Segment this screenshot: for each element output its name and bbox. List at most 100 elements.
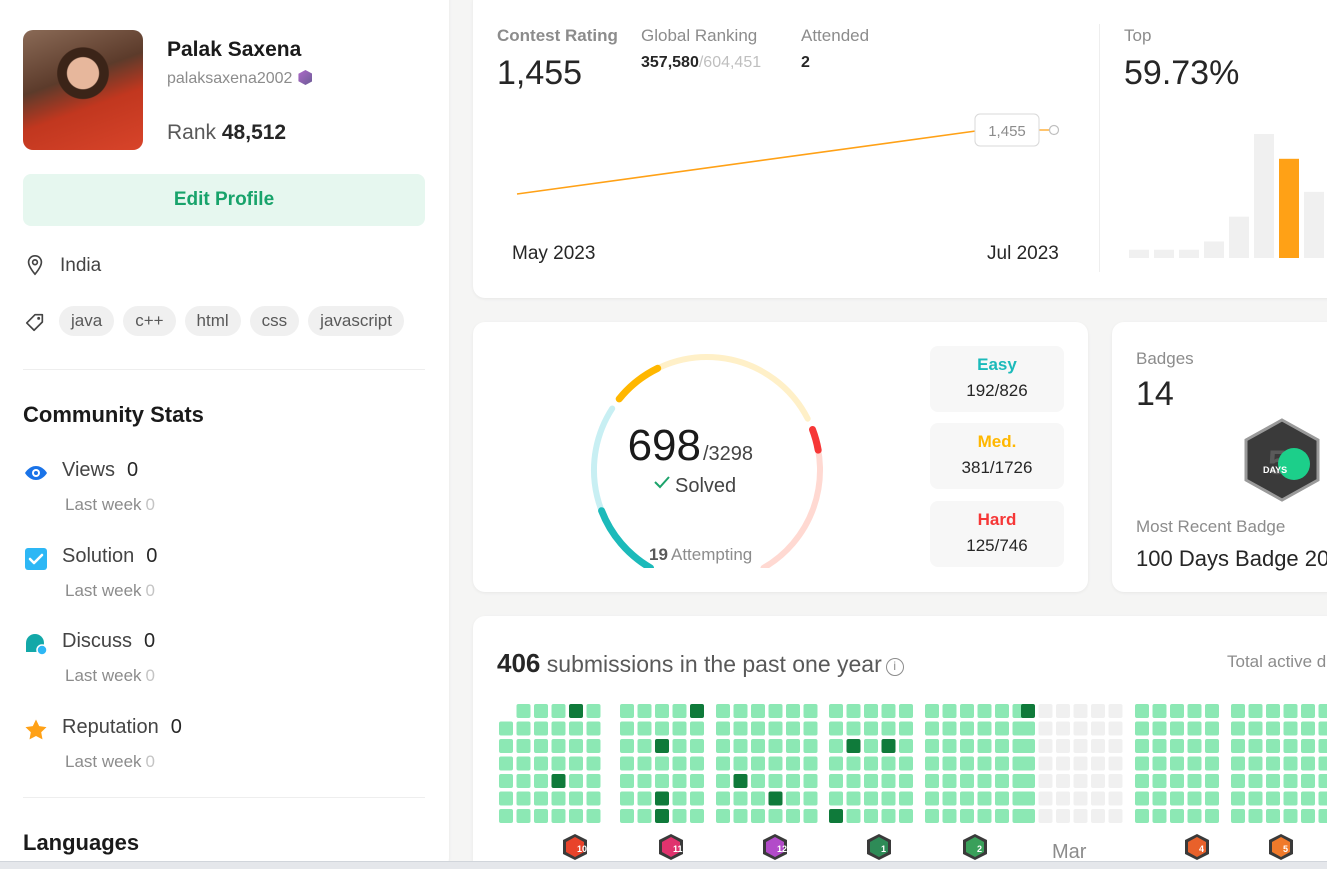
heatmap-cell[interactable] xyxy=(1301,774,1315,788)
heatmap-cell[interactable] xyxy=(1266,704,1280,718)
heatmap-cell[interactable] xyxy=(637,756,652,771)
heatmap-cell[interactable] xyxy=(751,739,765,753)
heatmap-cell[interactable] xyxy=(637,774,652,788)
heatmap-cell[interactable] xyxy=(690,774,704,788)
heatmap-cell[interactable] xyxy=(569,756,583,771)
heatmap-cell[interactable] xyxy=(672,791,687,806)
heatmap-cell[interactable] xyxy=(942,756,957,771)
heatmap-cell[interactable] xyxy=(803,791,818,806)
heatmap-cell[interactable] xyxy=(551,791,566,806)
heatmap-cell[interactable] xyxy=(1135,721,1149,736)
heatmap-cell[interactable] xyxy=(881,809,896,823)
heatmap-cell[interactable] xyxy=(977,756,992,771)
heatmap-cell[interactable] xyxy=(1152,791,1167,806)
heatmap-cell[interactable] xyxy=(690,739,704,753)
heatmap-cell[interactable] xyxy=(1021,739,1035,753)
heatmap-cell[interactable] xyxy=(1248,791,1263,806)
heatmap-cell[interactable] xyxy=(516,739,531,753)
rating-line-chart[interactable]: 1,455 xyxy=(503,110,1083,210)
heatmap-cell[interactable] xyxy=(1318,704,1327,718)
heatmap-cell[interactable] xyxy=(690,809,704,823)
heatmap-cell[interactable] xyxy=(977,704,992,718)
heatmap-cell[interactable] xyxy=(829,809,843,823)
heatmap-cell[interactable] xyxy=(655,809,669,823)
heatmap-cell[interactable] xyxy=(672,809,687,823)
heatmap-cell[interactable] xyxy=(1283,756,1298,771)
heatmap-cell[interactable] xyxy=(516,774,531,788)
heatmap-cell[interactable] xyxy=(1170,756,1184,771)
heatmap-cell[interactable] xyxy=(716,774,730,788)
difficulty-medium[interactable]: Med. 381/1726 xyxy=(930,423,1064,489)
heatmap-cell[interactable] xyxy=(534,774,548,788)
heatmap-cell[interactable] xyxy=(803,739,818,753)
heatmap-cell[interactable] xyxy=(1038,774,1053,788)
monthly-badge-icon[interactable]: 1 xyxy=(867,834,891,860)
heatmap-cell[interactable] xyxy=(620,809,634,823)
heatmap-cell[interactable] xyxy=(672,739,687,753)
heatmap-cell[interactable] xyxy=(637,721,652,736)
heatmap-cell[interactable] xyxy=(672,756,687,771)
heatmap-cell[interactable] xyxy=(1248,774,1263,788)
heatmap-cell[interactable] xyxy=(925,809,939,823)
heatmap-cell[interactable] xyxy=(637,809,652,823)
heatmap-cell[interactable] xyxy=(977,791,992,806)
heatmap-cell[interactable] xyxy=(1091,721,1105,736)
heatmap-cell[interactable] xyxy=(1318,774,1327,788)
heatmap-cell[interactable] xyxy=(846,739,861,753)
heatmap-cell[interactable] xyxy=(1170,721,1184,736)
heatmap-cell[interactable] xyxy=(864,809,878,823)
heatmap-cell[interactable] xyxy=(829,756,843,771)
heatmap-cell[interactable] xyxy=(768,809,783,823)
distribution-bar[interactable] xyxy=(1204,241,1224,258)
heatmap-cell[interactable] xyxy=(672,721,687,736)
heatmap-cell[interactable] xyxy=(1135,791,1149,806)
heatmap-cell[interactable] xyxy=(995,704,1009,718)
heatmap-cell[interactable] xyxy=(1038,756,1053,771)
heatmap-cell[interactable] xyxy=(960,739,974,753)
heatmap-cell[interactable] xyxy=(499,756,513,771)
heatmap-cell[interactable] xyxy=(516,704,531,718)
heatmap-cell[interactable] xyxy=(690,721,704,736)
heatmap-cell[interactable] xyxy=(620,704,634,718)
heatmap-cell[interactable] xyxy=(551,774,566,788)
heatmap-cell[interactable] xyxy=(620,721,634,736)
heatmap-cell[interactable] xyxy=(620,791,634,806)
heatmap-cell[interactable] xyxy=(551,704,566,718)
heatmap-cell[interactable] xyxy=(899,791,913,806)
heatmap-cell[interactable] xyxy=(1056,704,1070,718)
heatmap-cell[interactable] xyxy=(925,739,939,753)
heatmap-cell[interactable] xyxy=(1170,774,1184,788)
avatar[interactable] xyxy=(23,30,143,150)
heatmap-cell[interactable] xyxy=(1266,756,1280,771)
heatmap-cell[interactable] xyxy=(637,739,652,753)
heatmap-cell[interactable] xyxy=(768,791,783,806)
heatmap-cell[interactable] xyxy=(569,774,583,788)
heatmap-cell[interactable] xyxy=(499,809,513,823)
heatmap-cell[interactable] xyxy=(733,739,748,753)
heatmap-cell[interactable] xyxy=(786,791,800,806)
heatmap-cell[interactable] xyxy=(977,739,992,753)
heatmap-cell[interactable] xyxy=(829,704,843,718)
heatmap-cell[interactable] xyxy=(1021,721,1035,736)
distribution-bar[interactable] xyxy=(1304,191,1324,258)
monthly-badge-icon[interactable]: 4 xyxy=(1185,834,1209,860)
heatmap-cell[interactable] xyxy=(690,791,704,806)
heatmap-cell[interactable] xyxy=(942,809,957,823)
heatmap-cell[interactable] xyxy=(1205,774,1219,788)
heatmap-cell[interactable] xyxy=(768,756,783,771)
heatmap-cell[interactable] xyxy=(586,809,601,823)
heatmap-cell[interactable] xyxy=(534,791,548,806)
heatmap-cell[interactable] xyxy=(1038,791,1053,806)
heatmap-cell[interactable] xyxy=(899,704,913,718)
heatmap-cell[interactable] xyxy=(1231,791,1245,806)
heatmap-cell[interactable] xyxy=(1318,791,1327,806)
heatmap-cell[interactable] xyxy=(1038,809,1053,823)
heatmap-cell[interactable] xyxy=(1056,756,1070,771)
heatmap-cell[interactable] xyxy=(846,704,861,718)
heatmap-cell[interactable] xyxy=(995,721,1009,736)
heatmap-cell[interactable] xyxy=(637,791,652,806)
heatmap-cell[interactable] xyxy=(499,721,513,736)
heatmap-cell[interactable] xyxy=(960,791,974,806)
heatmap-cell[interactable] xyxy=(586,774,601,788)
heatmap-cell[interactable] xyxy=(534,721,548,736)
